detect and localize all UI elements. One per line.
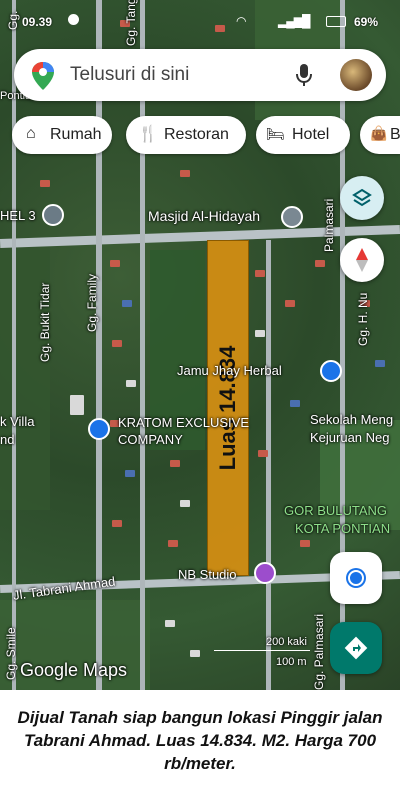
- building: [180, 500, 190, 507]
- search-bar[interactable]: Telusuri di sini: [14, 49, 386, 101]
- street-label-palmasari-right: Palmasari: [322, 198, 336, 252]
- building: [168, 540, 178, 547]
- maps-pin-icon: [32, 62, 54, 90]
- place-label-nb-studio: NB Studio: [178, 567, 237, 582]
- directions-icon: [344, 636, 368, 660]
- road: [140, 0, 145, 690]
- building: [375, 360, 385, 367]
- shopping-bag-icon[interactable]: [88, 418, 110, 440]
- building: [165, 620, 175, 627]
- hotel-icon: 🛏: [266, 126, 286, 143]
- caption-panel: Dijual Tanah siap bangun lokasi Pinggir …: [0, 690, 400, 804]
- status-time: 09.39: [22, 15, 53, 29]
- place-label-villa-line1: k Villa: [0, 414, 35, 429]
- street-label-smile: Gg. Smile: [4, 627, 18, 680]
- building: [112, 340, 122, 347]
- building: [70, 395, 84, 415]
- signal-icon: ▂▄▆█: [278, 14, 310, 28]
- scale-bar: [214, 650, 310, 651]
- street-label-family: Gg. Family: [85, 273, 99, 332]
- place-label-hotel3: HEL 3: [0, 208, 36, 223]
- layers-button[interactable]: [340, 176, 384, 220]
- building: [255, 330, 265, 337]
- building: [112, 520, 122, 527]
- place-label-school-line2: Kejuruan Neg: [310, 430, 390, 445]
- place-label-mosque: Masjid Al-Hidayah: [148, 208, 261, 224]
- status-bar: 09.39 ◠ ▂▄▆█ 69%: [0, 0, 400, 44]
- chip-label: Rumah: [50, 126, 102, 143]
- chip-label: Restoran: [164, 126, 229, 143]
- place-label-gor-line1: GOR BULUTANG: [284, 503, 388, 518]
- place-label-school-line1: Sekolah Meng: [310, 412, 394, 427]
- shopping-bag-icon[interactable]: [320, 360, 342, 382]
- avatar[interactable]: [340, 59, 372, 91]
- building: [170, 460, 180, 467]
- caption-text: Dijual Tanah siap bangun lokasi Pinggir …: [17, 708, 383, 773]
- street-label-h-nu: Gg. H. Nu: [356, 292, 370, 346]
- battery-level: 69%: [353, 15, 378, 29]
- street-label-bukit-tidar: Gg. Bukit Tidar: [38, 282, 52, 362]
- camera-icon[interactable]: [254, 562, 276, 584]
- compass-icon: [356, 248, 368, 272]
- place-label-herbal: Jamu Jhay Herbal: [177, 363, 282, 378]
- chip-label: B: [390, 126, 400, 143]
- restaurant-icon: 🍴: [138, 126, 158, 143]
- place-label-kratom-line1: KRATOM EXCLUSIVE: [118, 415, 249, 430]
- land-parcel-highlight: Luas 14.834: [207, 240, 249, 576]
- road: [266, 240, 271, 690]
- place-pin-icon[interactable]: [42, 204, 64, 226]
- battery-icon: [326, 16, 346, 27]
- my-location-icon: [348, 570, 364, 586]
- building: [180, 170, 190, 177]
- notification-icon: [68, 14, 79, 25]
- chip-shopping[interactable]: 👜 B: [360, 116, 400, 154]
- google-maps-logo: Google Maps: [20, 660, 128, 680]
- building: [40, 180, 50, 187]
- scale-feet: 200 kaki: [266, 636, 307, 648]
- street-label-palmasari-bottom: Gg. Palmasari: [312, 613, 326, 690]
- building: [315, 260, 325, 267]
- place-label-kratom-line2: COMPANY: [118, 432, 183, 447]
- place-label-villa-line2: nd: [0, 432, 15, 447]
- building: [122, 300, 132, 307]
- building: [110, 260, 120, 267]
- chip-restoran[interactable]: 🍴 Restoran: [126, 116, 246, 154]
- compass-button[interactable]: [340, 238, 384, 282]
- mosque-icon[interactable]: [281, 206, 303, 228]
- my-location-button[interactable]: [330, 552, 382, 604]
- place-label-gor-line2: KOTA PONTIAN: [295, 521, 391, 536]
- building: [300, 540, 310, 547]
- building: [285, 300, 295, 307]
- wifi-icon: ◠: [236, 14, 247, 28]
- microphone-icon[interactable]: [296, 63, 312, 87]
- building: [255, 270, 265, 277]
- building: [190, 650, 200, 657]
- search-input[interactable]: Telusuri di sini: [70, 64, 189, 86]
- shopping-bag-icon: 👜: [370, 125, 388, 141]
- building: [125, 470, 135, 477]
- layers-icon: [352, 188, 372, 207]
- building: [126, 380, 136, 387]
- building: [290, 400, 300, 407]
- building: [258, 450, 268, 457]
- chip-rumah[interactable]: ⌂ Rumah: [12, 116, 112, 154]
- scale-meters: 100 m: [276, 656, 307, 668]
- chip-hotel[interactable]: 🛏 Hotel: [256, 116, 350, 154]
- directions-button[interactable]: [330, 622, 382, 674]
- home-icon: ⌂: [26, 125, 36, 142]
- chip-label: Hotel: [292, 126, 330, 143]
